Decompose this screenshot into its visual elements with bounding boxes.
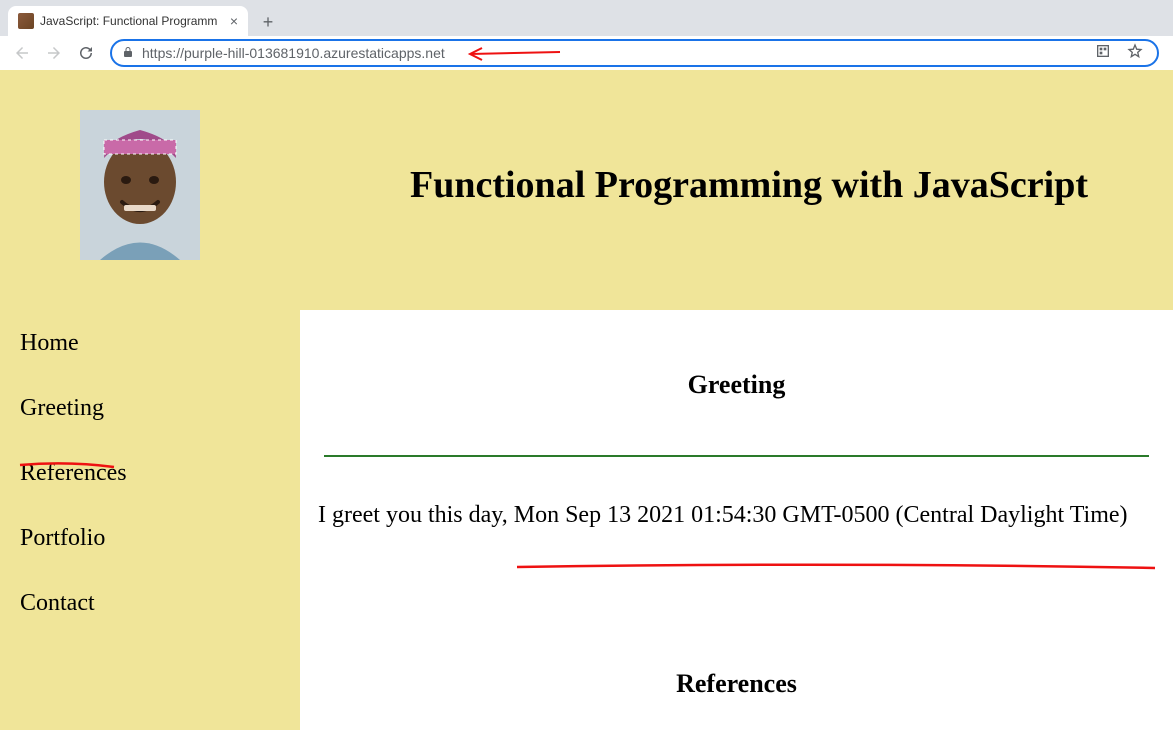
close-tab-icon[interactable]: × [230,14,238,28]
nav-home[interactable]: Home [20,330,280,357]
page-columns: Home Greeting References Portfolio Conta… [0,310,1173,730]
browser-tab[interactable]: JavaScript: Functional Programm × [8,6,248,36]
back-button[interactable] [8,39,36,67]
arrow-right-icon [45,44,63,62]
nav-references[interactable]: References [20,460,280,487]
greeting-heading: Greeting [300,370,1173,400]
tab-title: JavaScript: Functional Programm [40,14,224,28]
browser-toolbar [0,36,1173,70]
nav-contact[interactable]: Contact [20,590,280,617]
page-header: Functional Programming with JavaScript [0,70,1173,310]
install-app-icon[interactable] [1091,43,1115,64]
main-content: Greeting I greet you this day, Mon Sep 1… [300,310,1173,730]
url-input[interactable] [142,45,1083,61]
tab-strip: JavaScript: Functional Programm × + [0,0,1173,36]
favicon-icon [18,13,34,29]
new-tab-button[interactable]: + [254,8,282,36]
page-body: Functional Programming with JavaScript H… [0,70,1173,730]
reload-button[interactable] [72,39,100,67]
sidebar-nav: Home Greeting References Portfolio Conta… [0,310,300,730]
lock-icon [122,46,134,61]
reload-icon [77,44,95,62]
forward-button[interactable] [40,39,68,67]
nav-greeting[interactable]: Greeting [20,395,280,422]
bookmark-star-icon[interactable] [1123,43,1147,64]
references-heading: References [300,669,1173,699]
address-bar[interactable] [110,39,1159,67]
page-title: Functional Programming with JavaScript [410,163,1088,207]
browser-chrome: JavaScript: Functional Programm × + [0,0,1173,70]
section-divider [324,455,1149,457]
avatar [80,110,200,260]
nav-portfolio[interactable]: Portfolio [20,525,280,552]
greeting-text: I greet you this day, Mon Sep 13 2021 01… [300,502,1173,529]
arrow-left-icon [13,44,31,62]
